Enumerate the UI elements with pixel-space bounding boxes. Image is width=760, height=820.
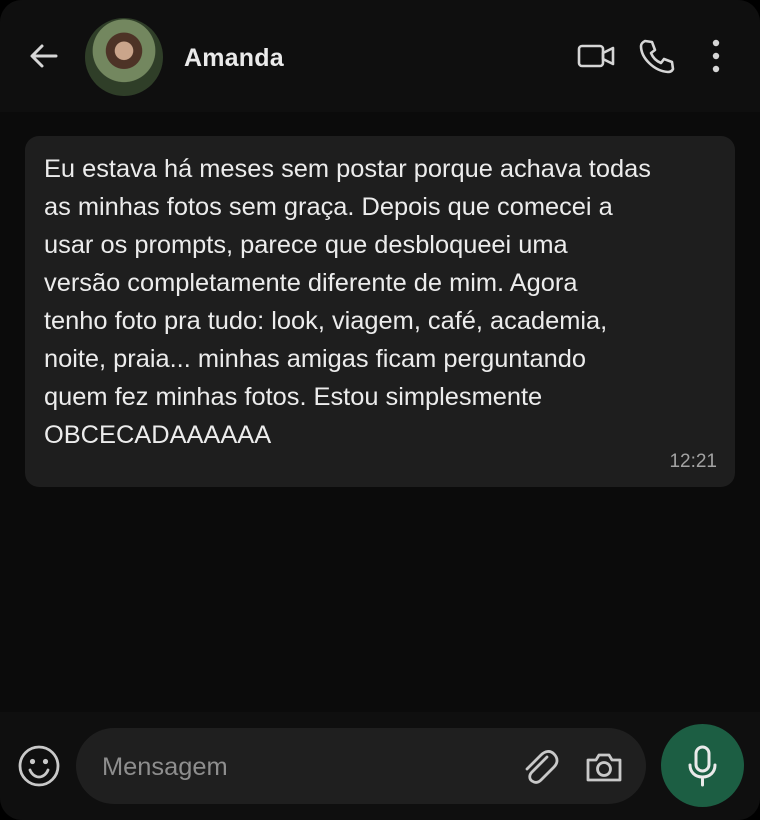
emoji-icon[interactable] xyxy=(15,742,63,790)
video-call-icon[interactable] xyxy=(576,38,616,74)
chat-window: Amanda Eu estava há meses sem postar por… xyxy=(0,0,760,820)
attach-icon[interactable] xyxy=(517,745,561,789)
contact-avatar[interactable] xyxy=(85,18,163,96)
camera-icon[interactable] xyxy=(583,747,625,787)
voice-message-button[interactable] xyxy=(661,724,744,807)
more-options-icon[interactable] xyxy=(704,36,728,76)
message-composer xyxy=(0,712,760,820)
message-timestamp: 12:21 xyxy=(669,451,717,472)
incoming-message-bubble[interactable]: Eu estava há meses sem postar porque ach… xyxy=(25,136,735,487)
mic-icon xyxy=(688,745,717,787)
message-input-box xyxy=(76,728,646,806)
chat-header: Amanda xyxy=(0,0,760,112)
message-text: Eu estava há meses sem postar porque ach… xyxy=(44,155,651,449)
message-list: Eu estava há meses sem postar porque ach… xyxy=(0,112,760,712)
message-input[interactable] xyxy=(100,728,504,806)
contact-name[interactable]: Amanda xyxy=(184,44,284,73)
voice-call-icon[interactable] xyxy=(636,36,676,76)
back-arrow-icon[interactable] xyxy=(26,38,62,74)
